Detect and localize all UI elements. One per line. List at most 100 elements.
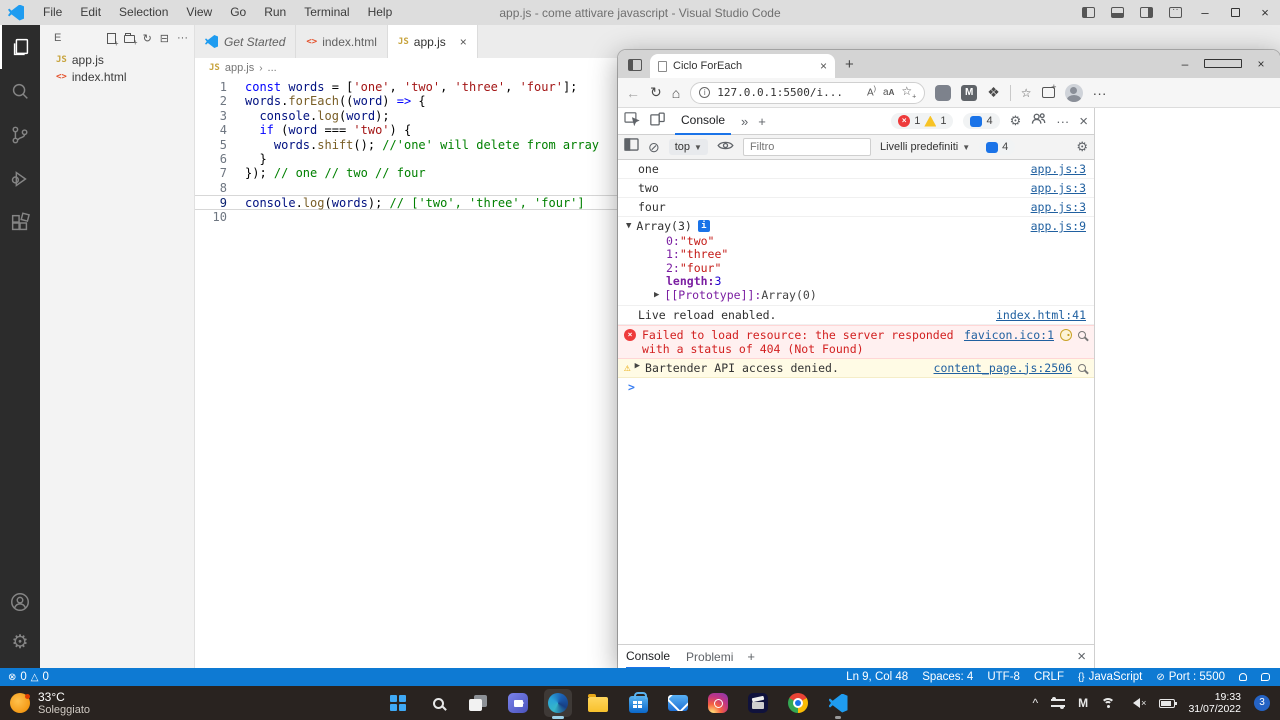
tab-get-started[interactable]: Get Started xyxy=(195,25,296,58)
menu-item-edit[interactable]: Edit xyxy=(71,5,110,19)
tab-index.html[interactable]: <>index.html xyxy=(296,25,388,58)
settings-gear-icon[interactable]: ⚙ xyxy=(0,624,40,668)
site-info-icon[interactable]: i xyxy=(699,87,710,98)
inspect-element-icon[interactable] xyxy=(624,112,640,131)
issues-people-icon[interactable] xyxy=(1031,112,1046,130)
file-item-app.js[interactable]: JSapp.js xyxy=(40,51,194,68)
error-warning-badge[interactable]: ×1 1 xyxy=(891,113,953,129)
page-content[interactable] xyxy=(1095,108,1280,668)
taskbar-chrome-icon[interactable] xyxy=(784,689,812,717)
source-link[interactable]: app.js:9 xyxy=(1031,219,1086,233)
array-property-row[interactable]: length: 3 xyxy=(618,275,1094,289)
status-ln-9-col-48[interactable]: Ln 9, Col 48 xyxy=(846,671,908,683)
weather-widget[interactable]: 33°C Soleggiato xyxy=(0,691,200,716)
favorites-icon[interactable]: ☆ xyxy=(1021,86,1032,100)
more-tabs-icon[interactable]: » xyxy=(741,114,748,129)
array-property-row[interactable]: 0: "two" xyxy=(618,234,1094,248)
menu-item-terminal[interactable]: Terminal xyxy=(295,5,358,19)
console-messages-badge[interactable]: 4 xyxy=(979,139,1015,155)
array-property-row[interactable]: ▶[[Prototype]]: Array(0) xyxy=(618,288,1094,302)
profile-avatar[interactable] xyxy=(1065,84,1083,102)
home-icon[interactable]: ⌂ xyxy=(672,85,680,101)
console-settings-gear-icon[interactable]: ⚙ xyxy=(1076,139,1088,155)
problems-errors-indicator[interactable]: ⊗0 xyxy=(8,671,27,683)
vscode-restore-button[interactable] xyxy=(1220,0,1250,25)
tab-close-icon[interactable]: × xyxy=(820,59,827,73)
console-sidebar-icon[interactable] xyxy=(624,138,639,156)
source-link[interactable]: app.js:3 xyxy=(1031,162,1086,176)
notification-count-badge[interactable]: 3 xyxy=(1254,695,1270,711)
array-property-row[interactable]: 1: "three" xyxy=(618,248,1094,262)
expand-caret-icon[interactable]: ▶ xyxy=(654,290,659,300)
run-debug-icon[interactable] xyxy=(0,157,40,201)
source-link[interactable]: content_page.js:2506 xyxy=(934,361,1072,375)
translate-icon[interactable]: aA xyxy=(883,87,894,98)
menu-item-file[interactable]: File xyxy=(34,5,71,19)
refresh-icon[interactable]: ↻ xyxy=(650,84,662,101)
taskbar-vscode-icon[interactable] xyxy=(824,689,852,717)
messages-badge[interactable]: 4 xyxy=(963,113,999,129)
extension-icon[interactable] xyxy=(935,85,951,101)
taskbar-edge-icon[interactable] xyxy=(544,689,572,717)
browser-close-button[interactable]: × xyxy=(1242,50,1280,78)
search-icon[interactable] xyxy=(1078,364,1086,372)
console-prompt[interactable]: > xyxy=(618,378,1094,396)
array-property-row[interactable]: 2: "four" xyxy=(618,261,1094,275)
drawer-close-icon[interactable]: × xyxy=(1077,648,1086,665)
source-link[interactable]: index.html:41 xyxy=(996,308,1086,322)
toggle-sidebar-icon[interactable] xyxy=(1082,7,1095,18)
problems-warnings-indicator[interactable]: △0 xyxy=(31,671,49,683)
context-selector[interactable]: top▼ xyxy=(669,139,708,155)
volume-muted-icon[interactable]: × xyxy=(1128,698,1146,708)
browser-minimize-button[interactable]: – xyxy=(1166,50,1204,78)
devtools-more-menu-icon[interactable]: ··· xyxy=(1056,114,1069,129)
status-port-5500[interactable]: ⊘Port : 5500 xyxy=(1156,671,1225,683)
customize-layout-icon[interactable] xyxy=(1169,7,1182,18)
browser-more-menu-icon[interactable]: ··· xyxy=(1093,85,1107,101)
device-toolbar-icon[interactable] xyxy=(650,112,665,131)
source-link[interactable]: app.js:3 xyxy=(1031,181,1086,195)
explorer-more-actions-icon[interactable]: ··· xyxy=(177,32,188,44)
toggle-panel-icon[interactable] xyxy=(1111,7,1124,18)
add-favorite-icon[interactable]: ☆+ xyxy=(901,84,916,100)
url-bar[interactable]: i 127.0.0.1:5500/i... A) aA ☆+ xyxy=(690,82,925,104)
extensions-puzzle-icon[interactable]: ❖ xyxy=(987,84,1000,101)
extensions-icon[interactable] xyxy=(0,201,40,245)
issue-icon[interactable] xyxy=(1060,329,1072,341)
live-expression-eye-icon[interactable] xyxy=(717,138,734,156)
log-levels-selector[interactable]: Livelli predefiniti▼ xyxy=(880,141,970,153)
menu-item-go[interactable]: Go xyxy=(221,5,255,19)
bell-icon[interactable] xyxy=(1261,673,1270,681)
feedback-icon[interactable] xyxy=(1239,673,1247,681)
menu-item-selection[interactable]: Selection xyxy=(110,5,177,19)
status-crlf[interactable]: CRLF xyxy=(1034,671,1064,683)
console-filter-input[interactable] xyxy=(743,138,871,156)
new-file-icon[interactable] xyxy=(107,33,116,44)
search-icon[interactable] xyxy=(0,69,40,113)
extension-m-icon[interactable]: M xyxy=(961,85,977,101)
expand-caret-icon[interactable]: ▶ xyxy=(635,361,640,371)
status-utf-8[interactable]: UTF-8 xyxy=(987,671,1020,683)
browser-maximize-button[interactable] xyxy=(1204,50,1242,78)
taskbar-mail-icon[interactable] xyxy=(664,689,692,717)
source-link[interactable]: favicon.ico:1 xyxy=(964,328,1054,342)
file-item-index.html[interactable]: <>index.html xyxy=(40,68,194,85)
tab-app.js[interactable]: JSapp.js× xyxy=(388,25,478,58)
tab-actions-icon[interactable] xyxy=(628,59,642,71)
taskbar-chat-icon[interactable] xyxy=(504,689,532,717)
drawer-tab-problemi[interactable]: Problemi xyxy=(686,645,733,669)
menu-item-run[interactable]: Run xyxy=(255,5,295,19)
battery-icon[interactable] xyxy=(1159,699,1175,708)
add-panel-icon[interactable]: + xyxy=(758,114,766,129)
console-messages[interactable]: oneapp.js:3twoapp.js:3fourapp.js:3▼Array… xyxy=(618,160,1094,644)
new-folder-icon[interactable] xyxy=(124,33,135,43)
taskbar-task-view-icon[interactable] xyxy=(464,689,492,717)
account-icon[interactable] xyxy=(0,580,40,624)
taskbar-instagram-icon[interactable] xyxy=(704,689,732,717)
vscode-close-button[interactable]: × xyxy=(1250,0,1280,25)
collapse-caret-icon[interactable]: ▼ xyxy=(626,221,631,231)
menu-item-help[interactable]: Help xyxy=(359,5,402,19)
collections-icon[interactable] xyxy=(1042,87,1055,98)
collapse-folders-icon[interactable]: ⊟ xyxy=(160,32,169,45)
back-icon[interactable]: ← xyxy=(626,85,640,101)
